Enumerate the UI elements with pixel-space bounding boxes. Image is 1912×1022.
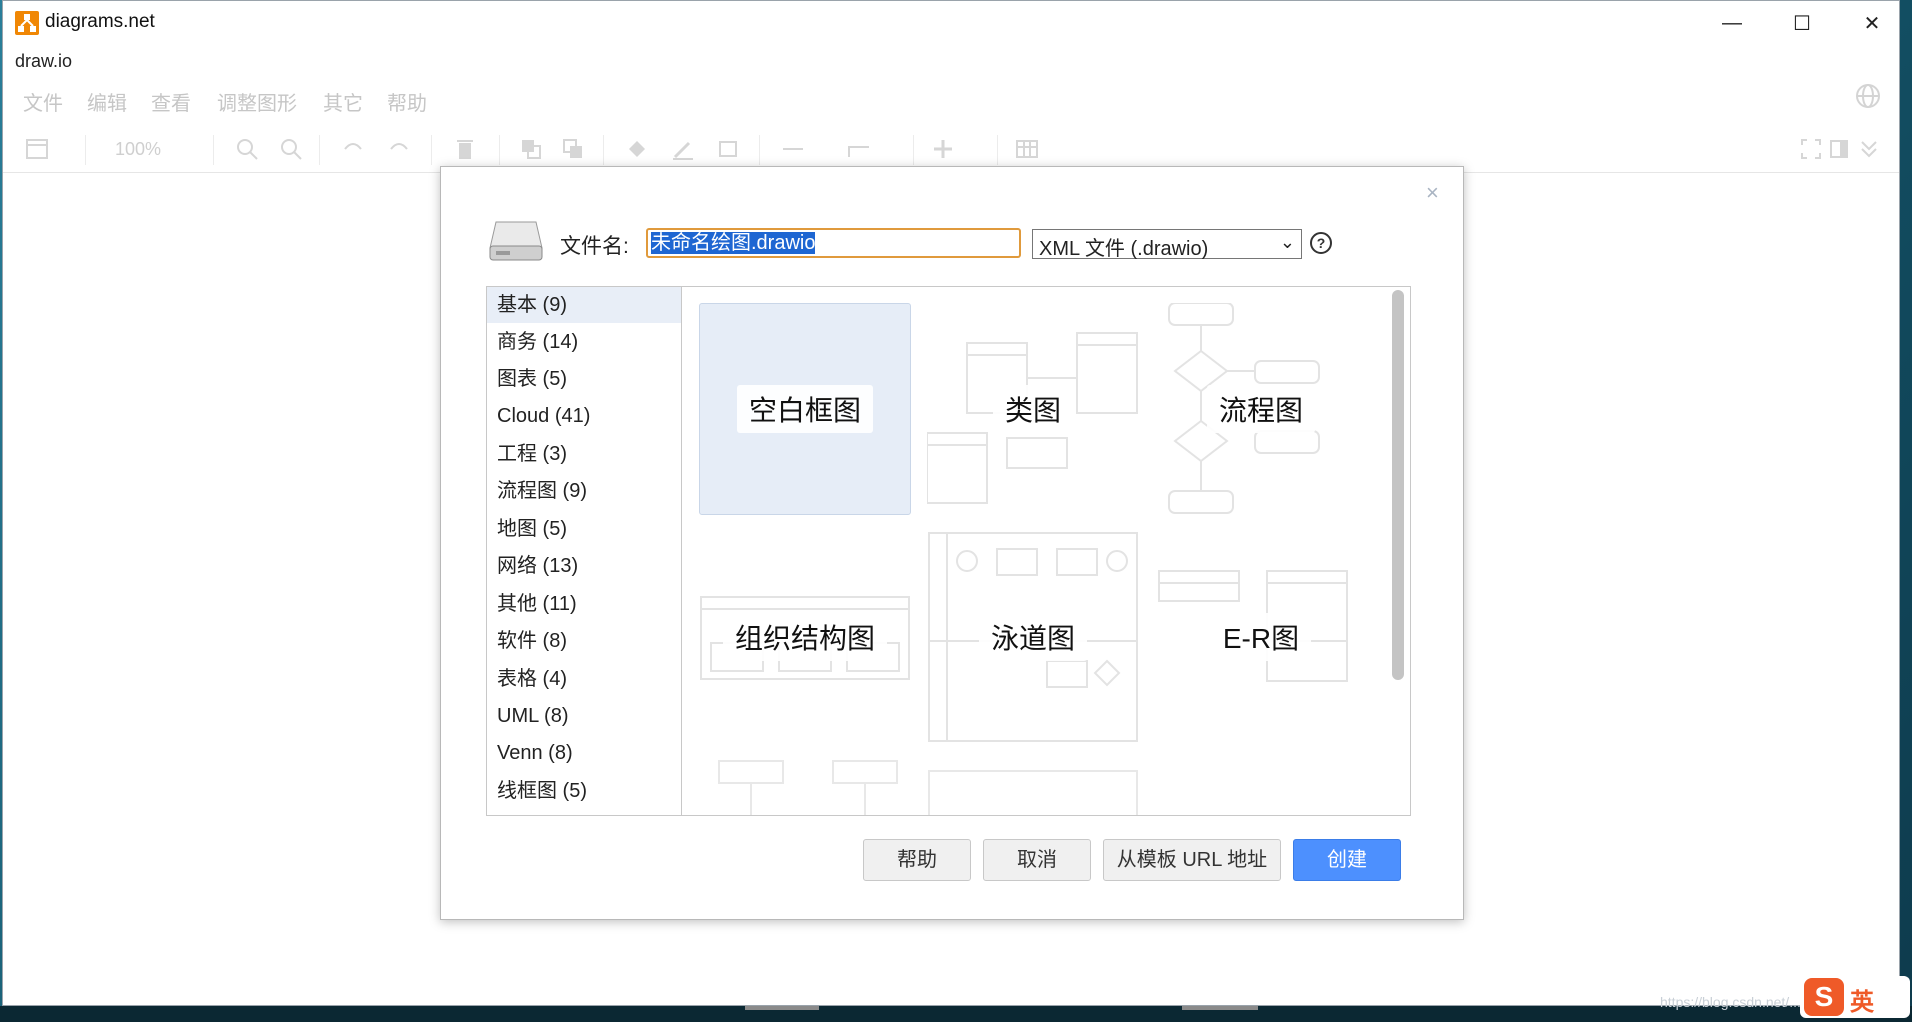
ime-indicator[interactable]: S 英 — [1800, 976, 1910, 1018]
template-swimlane[interactable]: 泳道图 — [927, 531, 1139, 743]
taskbar-app-marker[interactable] — [745, 1006, 819, 1010]
category-tables[interactable]: 表格 (4) — [487, 661, 681, 697]
sequence-diagram-thumbnail[interactable] — [699, 759, 911, 816]
hard-drive-icon — [489, 221, 543, 261]
fill-color-icon[interactable] — [625, 137, 649, 161]
toolbar-separator — [759, 135, 760, 165]
undo-icon[interactable] — [341, 137, 365, 161]
category-list: 基本 (9) 商务 (14) 图表 (5) Cloud (41) 工程 (3) … — [486, 286, 682, 816]
collapse-chevron-icon[interactable] — [1857, 137, 1881, 161]
connection-icon[interactable] — [781, 137, 805, 161]
category-maps[interactable]: 地图 (5) — [487, 511, 681, 547]
category-network[interactable]: 网络 (13) — [487, 548, 681, 584]
category-cloud[interactable]: Cloud (41) — [487, 398, 681, 434]
category-business[interactable]: 商务 (14) — [487, 324, 681, 360]
filename-label: 文件名: — [560, 235, 629, 258]
file-format-select[interactable]: XML 文件 (.drawio) ⌄ — [1032, 229, 1302, 260]
menu-bar: 文件 编辑 查看 调整图形 其它 帮助 — [3, 83, 1899, 117]
chevron-down-icon: ⌄ — [1279, 232, 1295, 252]
menu-file[interactable]: 文件 — [23, 87, 63, 116]
globe-icon[interactable] — [1855, 83, 1881, 109]
app-subtitle: draw.io — [15, 51, 73, 71]
template-label: 空白框图 — [736, 385, 873, 433]
category-uml[interactable]: UML (8) — [487, 698, 681, 734]
filename-input[interactable]: 未命名绘图.drawio — [646, 228, 1021, 258]
drawio-logo-icon — [15, 11, 39, 35]
file-format-value: XML 文件 (.drawio) — [1039, 238, 1209, 260]
category-other[interactable]: 其他 (11) — [487, 586, 681, 622]
taskbar — [0, 1006, 1912, 1022]
redo-icon[interactable] — [387, 137, 411, 161]
menu-help[interactable]: 帮助 — [387, 87, 427, 116]
help-icon[interactable]: ? — [1310, 232, 1332, 254]
dialog-close-button[interactable]: × — [1426, 180, 1439, 206]
to-front-icon[interactable] — [519, 137, 543, 161]
template-label: 泳道图 — [978, 613, 1087, 661]
toolbar-separator — [997, 135, 998, 165]
title-bar: diagrams.net — ☐ ✕ — [3, 1, 1899, 45]
toolbar-separator — [603, 135, 604, 165]
create-button[interactable]: 创建 — [1293, 839, 1401, 881]
toolbar-separator — [913, 135, 914, 165]
template-label: E-R图 — [1210, 613, 1312, 661]
template-flowchart[interactable]: 流程图 — [1155, 303, 1367, 515]
filename-selected-text: 未命名绘图.drawio — [651, 232, 816, 254]
menu-extras[interactable]: 其它 — [323, 87, 363, 116]
toolbar-separator — [213, 135, 214, 165]
insert-plus-icon[interactable] — [931, 137, 955, 161]
cancel-button[interactable]: 取消 — [983, 839, 1091, 881]
ime-language: 英 — [1850, 989, 1874, 1016]
to-back-icon[interactable] — [561, 137, 585, 161]
toolbar-separator — [499, 135, 500, 165]
format-panel-icon[interactable] — [25, 137, 49, 161]
category-basic[interactable]: 基本 (9) — [487, 287, 681, 323]
category-flowcharts[interactable]: 流程图 (9) — [487, 473, 681, 509]
template-er-diagram[interactable]: E-R图 — [1155, 531, 1367, 743]
table-icon[interactable] — [1015, 137, 1039, 161]
template-blank[interactable]: 空白框图 — [699, 303, 911, 515]
format-toggle-icon[interactable] — [1827, 137, 1851, 161]
category-engineering[interactable]: 工程 (3) — [487, 436, 681, 472]
maximize-button[interactable]: ☐ — [1767, 1, 1837, 45]
template-label: 组织结构图 — [722, 613, 887, 661]
zoom-out-icon[interactable] — [279, 137, 303, 161]
toolbar-separator — [431, 135, 432, 165]
template-label: 类图 — [992, 385, 1073, 433]
waypoints-icon[interactable] — [847, 137, 871, 161]
template-class-diagram[interactable]: 类图 — [927, 303, 1139, 515]
template-grid: 空白框图 类图 流程图 组织结构图 泳道图 E-R图 — [681, 286, 1411, 816]
template-org-chart[interactable]: 组织结构图 — [699, 531, 911, 743]
toolbar-separator — [85, 135, 86, 165]
blog-watermark: https://blog.csdn.net/... — [1660, 994, 1801, 1010]
minimize-button[interactable]: — — [1697, 1, 1767, 45]
shadow-icon[interactable] — [717, 137, 741, 161]
category-venn[interactable]: Venn (8) — [487, 735, 681, 771]
close-window-button[interactable]: ✕ — [1837, 1, 1907, 45]
menu-edit[interactable]: 编辑 — [87, 87, 127, 116]
window-title: diagrams.net — [45, 11, 155, 32]
taskbar-app-marker[interactable] — [1182, 1006, 1258, 1010]
sogou-ime-icon: S — [1804, 978, 1844, 1016]
zoom-in-icon[interactable] — [235, 137, 259, 161]
category-wireframes[interactable]: 线框图 (5) — [487, 773, 681, 809]
category-software[interactable]: 软件 (8) — [487, 623, 681, 659]
toolbar-separator — [319, 135, 320, 165]
delete-icon[interactable] — [453, 137, 477, 161]
line-color-icon[interactable] — [671, 137, 695, 161]
menu-arrange[interactable]: 调整图形 — [217, 87, 297, 116]
zoom-level[interactable]: 100% — [115, 139, 161, 160]
menu-view[interactable]: 查看 — [151, 87, 191, 116]
template-scrollbar[interactable] — [1392, 290, 1404, 680]
template-url-button[interactable]: 从模板 URL 地址 — [1103, 839, 1281, 881]
help-button[interactable]: 帮助 — [863, 839, 971, 881]
wireframe-thumbnail[interactable] — [927, 759, 1139, 816]
category-charts[interactable]: 图表 (5) — [487, 361, 681, 397]
template-label: 流程图 — [1206, 385, 1315, 433]
fullscreen-icon[interactable] — [1799, 137, 1823, 161]
